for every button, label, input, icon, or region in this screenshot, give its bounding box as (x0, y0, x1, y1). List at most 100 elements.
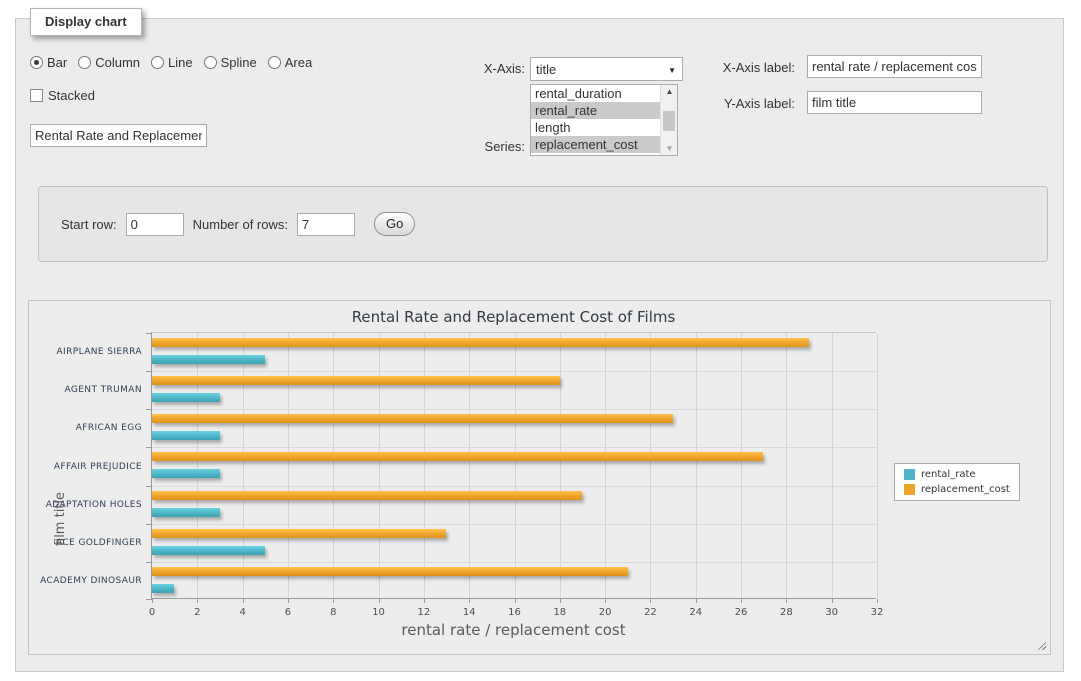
x-axis-tick-label: 4 (239, 607, 245, 618)
chart-type-radio-column[interactable]: Column (78, 55, 140, 70)
bar-replacement_cost[interactable] (152, 376, 560, 385)
gridline (515, 333, 516, 598)
chart-type-radio-area[interactable]: Area (268, 55, 312, 70)
y-axis-tick (146, 333, 152, 334)
radio-icon[interactable] (204, 56, 217, 69)
chart-type-radio-line[interactable]: Line (151, 55, 193, 70)
bar-replacement_cost[interactable] (152, 452, 763, 461)
gridline (152, 371, 876, 372)
bar-rental_rate[interactable] (152, 508, 220, 517)
legend-label: rental_rate (921, 469, 976, 480)
gridline (832, 333, 833, 598)
radio-icon[interactable] (268, 56, 281, 69)
row-controls: Start row: Number of rows: Go (61, 212, 415, 236)
start-row-input[interactable] (126, 213, 184, 236)
gridline (152, 409, 876, 410)
x-axis-tick (152, 599, 153, 603)
x-axis-tick-label: 14 (463, 607, 476, 618)
gridline (605, 333, 606, 598)
page: Display chart Bar Column Line Spline Area St… (0, 0, 1081, 681)
x-axis-tick-label: 10 (372, 607, 385, 618)
x-axis-tick-label: 30 (825, 607, 838, 618)
scroll-down-icon[interactable]: ▼ (661, 144, 678, 153)
gridline (152, 562, 876, 563)
series-option-rental_duration[interactable]: rental_duration (531, 85, 660, 102)
bar-replacement_cost[interactable] (152, 567, 628, 576)
stacked-checkbox-row[interactable]: Stacked (30, 88, 95, 103)
chart-type-radios: Bar Column Line Spline Area (30, 55, 312, 70)
x-axis-select[interactable]: title ▼ (530, 57, 683, 81)
y-axis-tick (146, 486, 152, 487)
bar-rental_rate[interactable] (152, 355, 265, 364)
category-label: AFRICAN EGG (76, 423, 142, 433)
radio-icon[interactable] (30, 56, 43, 69)
x-axis-tick (650, 599, 651, 603)
x-axis-tick (243, 599, 244, 603)
bar-replacement_cost[interactable] (152, 529, 446, 538)
bar-rental_rate[interactable] (152, 431, 220, 440)
x-axis-tick-label: 0 (149, 607, 155, 618)
x-axis-tick (560, 599, 561, 603)
bar-rental_rate[interactable] (152, 393, 220, 402)
gridline (333, 333, 334, 598)
series-multiselect[interactable]: rental_durationrental_ratelengthreplacem… (530, 84, 678, 156)
legend-item-replacement_cost[interactable]: replacement_cost (904, 484, 1010, 495)
x-axis-tick-label: 28 (780, 607, 793, 618)
gridline (560, 333, 561, 598)
y-axis-tick (146, 371, 152, 372)
y-axis-tick (146, 447, 152, 448)
bar-replacement_cost[interactable] (152, 491, 582, 500)
y-axis-label-input[interactable] (807, 91, 982, 114)
x-axis-tick-label: 32 (871, 607, 884, 618)
chart-title: Rental Rate and Replacement Cost of Film… (151, 308, 876, 326)
category-label: ACE GOLDFINGER (56, 538, 142, 548)
series-option-rental_rate[interactable]: rental_rate (531, 102, 660, 119)
x-axis-tick (832, 599, 833, 603)
chart-type-radio-bar[interactable]: Bar (30, 55, 67, 70)
x-axis-tick-label: 18 (553, 607, 566, 618)
chart-type-label: Spline (221, 55, 257, 70)
go-button[interactable]: Go (374, 212, 415, 236)
x-axis-label-input[interactable] (807, 55, 982, 78)
x-axis-selected-value: title (536, 62, 556, 77)
x-axis-tick (877, 599, 878, 603)
panel-title: Display chart (30, 8, 142, 36)
x-axis-tick (288, 599, 289, 603)
gridline (152, 447, 876, 448)
scrollbar-thumb[interactable] (663, 111, 675, 131)
chart-legend: rental_rate replacement_cost (894, 463, 1020, 501)
num-rows-input[interactable] (297, 213, 355, 236)
gridline (424, 333, 425, 598)
row-controls-box: Start row: Number of rows: Go (38, 186, 1048, 262)
resize-handle-icon[interactable] (1035, 639, 1046, 650)
radio-icon[interactable] (78, 56, 91, 69)
gridline (650, 333, 651, 598)
x-axis-label-label: X-Axis label: (705, 60, 795, 75)
chart-type-radio-spline[interactable]: Spline (204, 55, 257, 70)
series-option-length[interactable]: length (531, 119, 660, 136)
chart-type-label: Line (168, 55, 193, 70)
series-scrollbar[interactable]: ▲ ▼ (660, 85, 677, 155)
start-row-label: Start row: (61, 217, 117, 232)
gridline (197, 333, 198, 598)
x-axis-tick-label: 8 (330, 607, 336, 618)
stacked-checkbox[interactable] (30, 89, 43, 102)
bar-rental_rate[interactable] (152, 546, 265, 555)
x-axis-tick-label: 24 (689, 607, 702, 618)
bar-replacement_cost[interactable] (152, 414, 673, 423)
radio-icon[interactable] (151, 56, 164, 69)
legend-item-rental_rate[interactable]: rental_rate (904, 469, 1010, 480)
scroll-up-icon[interactable]: ▲ (661, 87, 678, 96)
legend-swatch-icon (904, 469, 915, 480)
gridline (288, 333, 289, 598)
chart-x-axis-title: rental rate / replacement cost (151, 621, 876, 639)
bar-rental_rate[interactable] (152, 584, 174, 593)
gridline (877, 333, 878, 598)
chart-y-axis-title: film title (53, 492, 68, 546)
bar-rental_rate[interactable] (152, 469, 220, 478)
legend-swatch-icon (904, 484, 915, 495)
bar-replacement_cost[interactable] (152, 338, 809, 347)
chart-title-input[interactable] (30, 124, 207, 147)
x-axis-tick-label: 2 (194, 607, 200, 618)
series-option-replacement_cost[interactable]: replacement_cost (531, 136, 660, 153)
